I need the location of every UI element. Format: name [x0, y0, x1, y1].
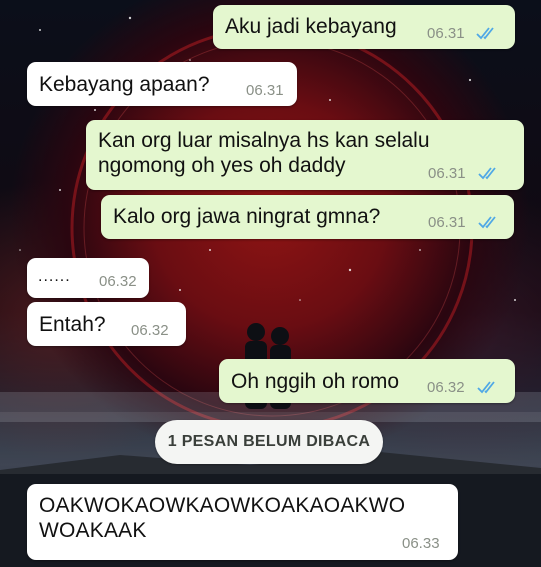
outgoing-message-bubble[interactable]: Oh nggih oh romo 06.32: [219, 359, 515, 403]
message-time: 06.31: [427, 25, 465, 42]
message-time: 06.33: [402, 535, 440, 552]
message-text: ......: [38, 268, 71, 285]
message-text: Oh nggih oh romo: [231, 370, 400, 393]
message-time: 06.32: [99, 273, 137, 290]
message-time: 06.32: [427, 379, 465, 396]
message-time: 06.31: [428, 165, 466, 182]
incoming-message-bubble[interactable]: Kebayang apaan? 06.31: [27, 62, 297, 106]
incoming-message-bubble[interactable]: Entah? 06.32: [27, 302, 186, 346]
message-text: Kan org luar misalnya hs kan selalu ngom…: [98, 129, 430, 177]
outgoing-message-bubble[interactable]: Kalo org jawa ningrat gmna? 06.31: [101, 195, 514, 239]
double-check-icon: [478, 167, 496, 180]
message-text: Entah?: [39, 313, 106, 336]
message-text: Kebayang apaan?: [39, 73, 210, 96]
incoming-message-bubble[interactable]: ...... 06.32: [27, 258, 149, 298]
incoming-message-bubble[interactable]: OAKWOKAOWKAOWKOAKAOAKWO WOAKAAK 06.33: [27, 484, 458, 560]
message-text: Kalo org jawa ningrat gmna?: [113, 205, 381, 228]
message-time: 06.32: [131, 322, 169, 339]
outgoing-message-bubble[interactable]: Aku jadi kebayang 06.31: [213, 5, 515, 49]
message-text: OAKWOKAOWKAOWKOAKAOAKWO WOAKAAK: [39, 494, 406, 542]
double-check-icon: [476, 27, 494, 40]
message-text: Aku jadi kebayang: [225, 15, 397, 38]
message-time: 06.31: [246, 82, 284, 99]
double-check-icon: [478, 216, 496, 229]
unread-messages-banner: 1 PESAN BELUM DIBACA: [155, 420, 383, 464]
outgoing-message-bubble[interactable]: Kan org luar misalnya hs kan selalu ngom…: [86, 120, 524, 190]
unread-messages-label: 1 PESAN BELUM DIBACA: [167, 433, 371, 450]
message-time: 06.31: [428, 214, 466, 231]
double-check-icon: [477, 381, 495, 394]
